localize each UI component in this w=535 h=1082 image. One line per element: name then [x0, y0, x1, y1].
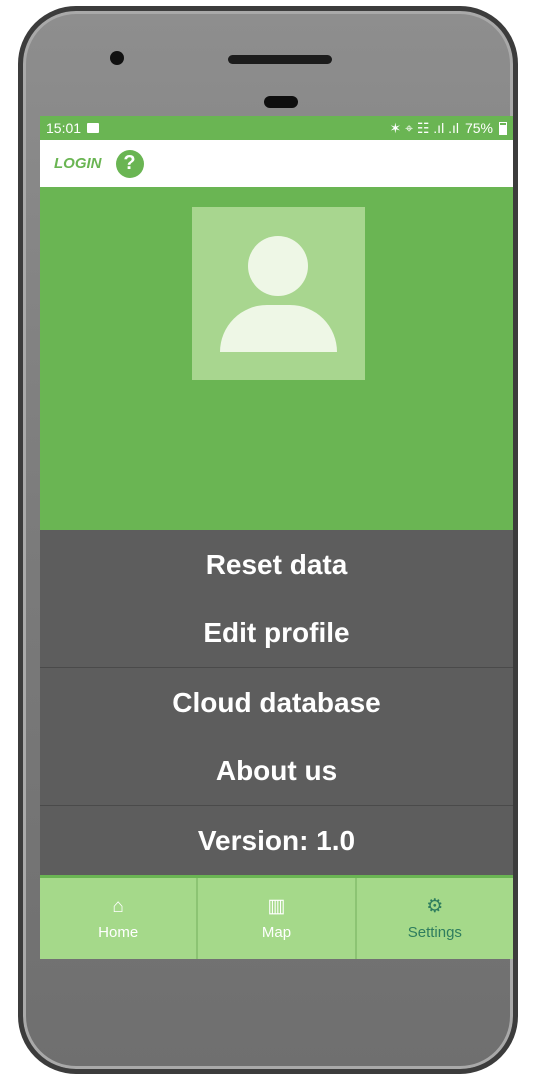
nav-map-label: Map: [261, 923, 292, 941]
nav-map[interactable]: ▥ Map: [198, 878, 357, 959]
map-icon: ▥: [267, 895, 286, 917]
settings-menu: Reset data Edit profile Cloud database A…: [40, 530, 513, 875]
avatar-body-shape: [220, 305, 337, 352]
nav-settings[interactable]: ⚙ Settings: [357, 878, 513, 959]
nav-home[interactable]: ⌂ Home: [40, 878, 199, 959]
proximity-sensor: [264, 96, 298, 108]
bottom-navigation: ⌂ Home ▥ Map ⚙ Settings: [40, 878, 513, 959]
status-bar: 15:01 ✶ ⌖ ☷ .ıl .ıl 75%: [40, 116, 513, 140]
earpiece-speaker: [228, 55, 332, 64]
status-indicators: ✶ ⌖ ☷ .ıl .ıl: [389, 119, 459, 136]
front-camera: [110, 51, 124, 65]
reset-data-button[interactable]: Reset data: [40, 530, 513, 599]
home-icon: ⌂: [112, 895, 124, 917]
image-notification-icon: [87, 123, 100, 133]
avatar-head-shape: [248, 236, 308, 296]
avatar[interactable]: [192, 207, 365, 380]
app-bar: LOGIN ?: [40, 140, 513, 187]
version-label: Version: 1.0: [197, 824, 356, 856]
login-button[interactable]: LOGIN: [54, 155, 102, 172]
status-time: 15:01: [46, 120, 82, 136]
edit-profile-button[interactable]: Edit profile: [40, 599, 513, 668]
app-screen: 15:01 ✶ ⌖ ☷ .ıl .ıl 75% LOGIN ? Reset da…: [40, 116, 513, 959]
nav-home-label: Home: [98, 923, 139, 941]
battery-percentage: 75%: [464, 120, 493, 136]
profile-header: [40, 187, 513, 530]
about-us-button[interactable]: About us: [40, 737, 513, 806]
cloud-database-button[interactable]: Cloud database: [40, 668, 513, 737]
nav-settings-label: Settings: [407, 923, 462, 941]
battery-icon: [499, 121, 507, 135]
gear-icon: ⚙: [426, 895, 444, 917]
help-icon[interactable]: ?: [115, 149, 144, 178]
